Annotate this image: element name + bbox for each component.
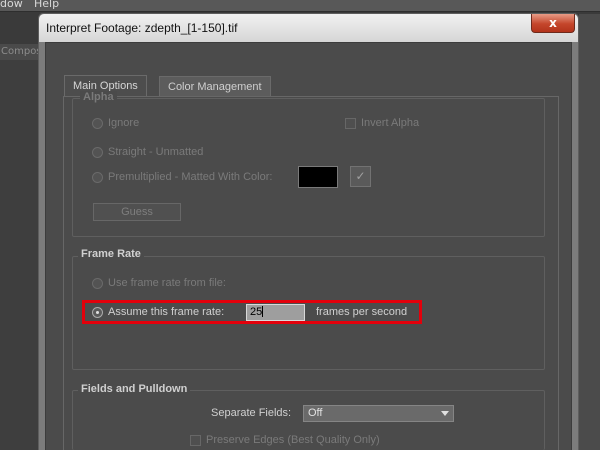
background-panel (0, 60, 40, 450)
premultiplied-radio[interactable] (92, 172, 103, 183)
background-panel-right (579, 14, 600, 450)
guess-button[interactable]: Guess (93, 203, 181, 221)
eyedropper-button[interactable]: ✓ (350, 166, 371, 187)
frames-per-second-label: frames per second (316, 306, 408, 318)
alpha-group-label: Alpha (80, 91, 117, 103)
frame-rate-value: 25 (250, 306, 263, 318)
menu-help[interactable]: Help (34, 0, 59, 10)
assume-frame-rate-label: Assume this frame rate: (108, 306, 225, 318)
text-caret (262, 306, 264, 317)
straight-unmatted-radio[interactable] (92, 147, 103, 158)
tab-color-management[interactable]: Color Management (159, 76, 271, 97)
preserve-edges-label: Preserve Edges (Best Quality Only) (206, 434, 380, 446)
preserve-edges-checkbox[interactable] (190, 435, 201, 446)
ignore-label: Ignore (108, 117, 140, 129)
matte-color-swatch[interactable] (298, 166, 338, 188)
invert-alpha-checkbox[interactable] (345, 118, 356, 129)
dialog-title: Interpret Footage: zdepth_[1-150].tif (46, 21, 238, 35)
ignore-radio[interactable] (92, 118, 103, 129)
close-button[interactable]: x (531, 14, 575, 33)
invert-alpha-label: Invert Alpha (361, 117, 420, 129)
separate-fields-select[interactable]: Off (303, 405, 454, 422)
premultiplied-label: Premultiplied - Matted With Color: (108, 171, 273, 183)
assume-frame-rate-radio[interactable] (92, 307, 103, 318)
frame-rate-input[interactable]: 25 (246, 304, 305, 321)
fields-pulldown-group-label: Fields and Pulldown (78, 383, 191, 395)
straight-unmatted-label: Straight - Unmatted (108, 146, 204, 158)
separate-fields-label: Separate Fields: (211, 407, 292, 419)
use-file-frame-rate-radio[interactable] (92, 278, 103, 289)
separate-fields-value: Off (308, 407, 323, 419)
use-file-frame-rate-label: Use frame rate from file: (108, 277, 226, 289)
dialog-titlebar[interactable]: Interpret Footage: zdepth_[1-150].tif x (39, 14, 578, 42)
menu-window[interactable]: dow (0, 0, 23, 10)
frame-rate-group-label: Frame Rate (78, 248, 144, 260)
app-menubar: dow Help (0, 0, 600, 12)
close-icon: x (549, 16, 557, 30)
chevron-down-icon (441, 411, 449, 416)
eyedropper-icon: ✓ (355, 169, 366, 183)
